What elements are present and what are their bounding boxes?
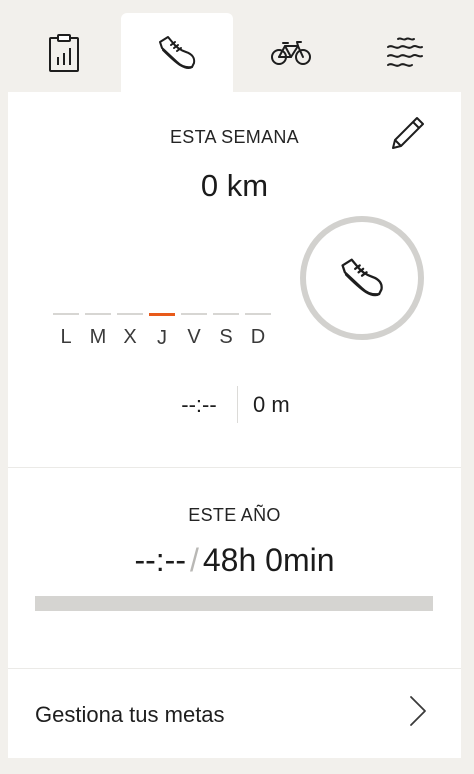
- weekday-tue: M: [84, 313, 112, 349]
- weekday-fri: V: [180, 313, 208, 349]
- chevron-right-icon: [406, 694, 430, 733]
- waves-icon: [387, 36, 423, 67]
- bicycle-icon: [271, 40, 311, 65]
- weekday-label: L: [60, 326, 72, 348]
- weekday-bar: [85, 313, 111, 315]
- year-separator: /: [189, 542, 199, 578]
- weekday-label: J: [157, 327, 167, 349]
- weekday-sun: D: [244, 313, 272, 349]
- edit-goal-button[interactable]: [386, 111, 430, 155]
- weekday-label: X: [123, 326, 137, 348]
- weekday-label: M: [89, 326, 107, 348]
- tab-overview[interactable]: [8, 13, 120, 92]
- year-title: ESTE AÑO: [188, 505, 281, 525]
- clipboard-chart-icon: [49, 33, 79, 72]
- section-divider: [8, 467, 461, 468]
- year-goal: 48h 0min: [202, 542, 335, 578]
- weekday-bar: [53, 313, 79, 315]
- weekday-bar: [117, 313, 143, 315]
- stats-divider: [237, 386, 238, 423]
- weekday-sat: S: [212, 313, 240, 349]
- sport-tabs: [8, 0, 461, 92]
- weekday-thu: J: [148, 313, 176, 350]
- week-progress-ring: [300, 216, 424, 340]
- weekday-bar: [213, 313, 239, 315]
- weekday-bar: [245, 313, 271, 315]
- week-stats: --:-- 0 m: [8, 384, 461, 424]
- weekday-label: V: [187, 326, 201, 348]
- week-time: --:--: [181, 392, 217, 417]
- tab-running[interactable]: [121, 13, 233, 92]
- running-shoe-icon: [341, 258, 383, 297]
- weekday-bar: [181, 313, 207, 315]
- weekday-wed: X: [116, 313, 144, 349]
- tab-cycling[interactable]: [235, 13, 347, 92]
- running-shoe-icon: [159, 35, 196, 69]
- pencil-icon: [392, 117, 424, 149]
- week-elevation: 0 m: [253, 392, 290, 417]
- year-progress-bar: [35, 596, 433, 611]
- weekday-label: D: [250, 326, 266, 348]
- weekday-mon: L: [52, 313, 80, 349]
- year-summary: --:--/48h 0min: [8, 542, 461, 579]
- weekday-bar-today: [149, 313, 175, 316]
- manage-goals-label: Gestiona tus metas: [35, 702, 225, 727]
- tab-swimming[interactable]: [348, 13, 460, 92]
- manage-goals-link[interactable]: Gestiona tus metas: [8, 668, 461, 758]
- goals-card: ESTA SEMANA 0 km L M X J V S D --:-- 0 m…: [8, 92, 461, 758]
- week-distance: 0 km: [200, 168, 269, 203]
- weekday-strip: L M X J V S D: [52, 313, 278, 353]
- year-current: --:--: [134, 542, 186, 578]
- weekday-label: S: [219, 326, 233, 348]
